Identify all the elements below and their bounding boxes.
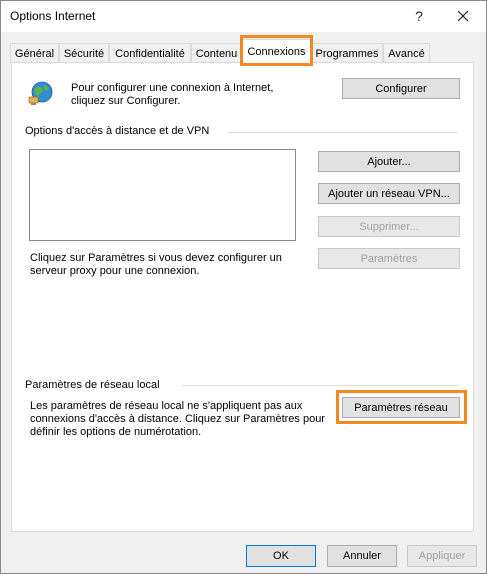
proxy-description: Cliquez sur Paramètres si vous devez con… [30,252,282,277]
tab-advanced[interactable]: Avancé [383,43,430,63]
tab-general[interactable]: Général [10,43,59,63]
setup-description: Pour configurer une connexion à Internet… [71,82,274,107]
tab-strip: Général Sécurité Confidentialité Contenu… [1,35,486,64]
connections-panel: Pour configurer une connexion à Internet… [11,62,474,532]
remove-button[interactable]: Supprimer... [318,216,460,237]
add-button[interactable]: Ajouter... [318,151,460,172]
tab-privacy[interactable]: Confidentialité [109,43,191,63]
lan-description: Les paramètres de réseau local ne s'appl… [30,400,325,438]
tab-content[interactable]: Contenu [191,43,242,63]
dialup-section-divider [228,132,458,133]
connections-list[interactable] [29,149,296,241]
cancel-button[interactable]: Annuler [327,545,397,567]
tab-programs[interactable]: Programmes [311,43,383,63]
globe-network-icon [28,81,53,105]
add-vpn-button[interactable]: Ajouter un réseau VPN... [318,183,460,204]
title-bar[interactable]: Options Internet ? [1,1,486,32]
help-button[interactable]: ? [404,3,434,29]
tab-connections[interactable]: Connexions [242,39,311,64]
tab-security[interactable]: Sécurité [59,43,109,63]
ok-button[interactable]: OK [246,545,316,567]
lan-section-label: Paramètres de réseau local [25,379,160,391]
configure-button[interactable]: Configurer [342,78,460,99]
close-button[interactable] [448,3,478,29]
dialup-settings-button[interactable]: Paramètres [318,248,460,269]
dialup-section-label: Options d'accès à distance et de VPN [25,125,210,137]
lan-section-divider [182,385,458,386]
close-icon [457,10,469,22]
internet-options-window: Options Internet ? Général Sécurité Conf… [0,0,487,574]
window-title: Options Internet [10,9,96,23]
apply-button[interactable]: Appliquer [407,545,477,567]
lan-settings-button[interactable]: Paramètres réseau [342,397,460,418]
